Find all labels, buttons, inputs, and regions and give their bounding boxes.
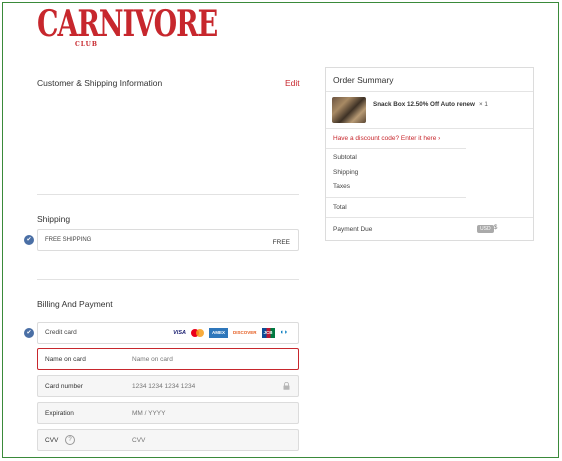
divider bbox=[326, 148, 466, 149]
divider bbox=[326, 128, 533, 129]
carnivore-club-logo[interactable]: CARNIVORE CLUB bbox=[37, 6, 218, 55]
edit-link[interactable]: Edit bbox=[285, 78, 300, 88]
card-number-input[interactable] bbox=[132, 383, 252, 390]
product-name: Snack Box 12.50% Off Auto renew bbox=[373, 101, 475, 108]
total-label: Total bbox=[333, 204, 347, 211]
card-number-label: Card number bbox=[45, 383, 83, 390]
divider bbox=[37, 194, 299, 195]
shipping-price: FREE bbox=[272, 239, 290, 246]
cvv-label: CVV bbox=[45, 437, 59, 444]
card-brands: VISA AMEX DISCOVER JCB ◖◗ bbox=[173, 328, 288, 338]
name-on-card-field[interactable]: Name on card bbox=[37, 348, 299, 370]
discover-icon: DISCOVER bbox=[233, 330, 257, 335]
expiration-label: Expiration bbox=[45, 410, 74, 417]
help-icon[interactable]: ? bbox=[65, 435, 75, 445]
order-summary-title: Order Summary bbox=[333, 75, 394, 85]
logo-wordmark: CARNIVORE bbox=[37, 3, 218, 46]
divider bbox=[326, 217, 533, 218]
expiration-input[interactable] bbox=[132, 410, 252, 417]
taxes-label: Taxes bbox=[333, 183, 350, 190]
amex-icon: AMEX bbox=[208, 328, 228, 338]
shipping-cost-label: Shipping bbox=[333, 169, 359, 176]
checkout-page: CARNIVORE CLUB Customer & Shipping Infor… bbox=[2, 2, 559, 458]
currency-badge: USD bbox=[477, 225, 494, 233]
check-icon: ✔ bbox=[24, 235, 34, 245]
mastercard-icon bbox=[190, 328, 204, 338]
check-icon: ✔ bbox=[24, 328, 34, 338]
billing-section-title: Billing And Payment bbox=[37, 299, 113, 309]
subtotal-label: Subtotal bbox=[333, 154, 357, 161]
credit-card-label: Credit card bbox=[45, 329, 77, 336]
divider bbox=[326, 197, 466, 198]
visa-icon: VISA bbox=[173, 330, 186, 336]
logo-subtitle: CLUB bbox=[75, 41, 98, 48]
shipping-option[interactable]: FREE SHIPPING FREE bbox=[37, 229, 299, 251]
expiration-field[interactable]: Expiration bbox=[37, 402, 299, 424]
product-quantity: × 1 bbox=[479, 101, 488, 108]
shipping-method-label: FREE SHIPPING bbox=[45, 237, 92, 243]
order-summary: Order Summary Snack Box 12.50% Off Auto … bbox=[325, 67, 534, 241]
cvv-input[interactable] bbox=[132, 437, 252, 444]
shipping-section-title: Shipping bbox=[37, 214, 71, 224]
customer-section-title: Customer & Shipping Information bbox=[37, 78, 163, 88]
divider bbox=[37, 279, 299, 280]
payment-due-label: Payment Due bbox=[333, 226, 373, 233]
jcb-icon: JCB bbox=[261, 328, 275, 338]
card-number-field[interactable]: Card number bbox=[37, 375, 299, 397]
name-on-card-label: Name on card bbox=[45, 356, 86, 363]
discount-code-link[interactable]: Have a discount code? Enter it here › bbox=[333, 135, 440, 142]
lock-icon bbox=[283, 382, 290, 390]
product-thumbnail bbox=[332, 97, 366, 123]
credit-card-option[interactable]: Credit card VISA AMEX DISCOVER JCB ◖◗ bbox=[37, 322, 299, 344]
name-on-card-input[interactable] bbox=[132, 356, 252, 363]
cvv-field[interactable]: CVV ? bbox=[37, 429, 299, 451]
payment-due-amount: $ bbox=[494, 225, 498, 231]
divider bbox=[326, 91, 533, 92]
diners-club-icon: ◖◗ bbox=[279, 329, 288, 336]
